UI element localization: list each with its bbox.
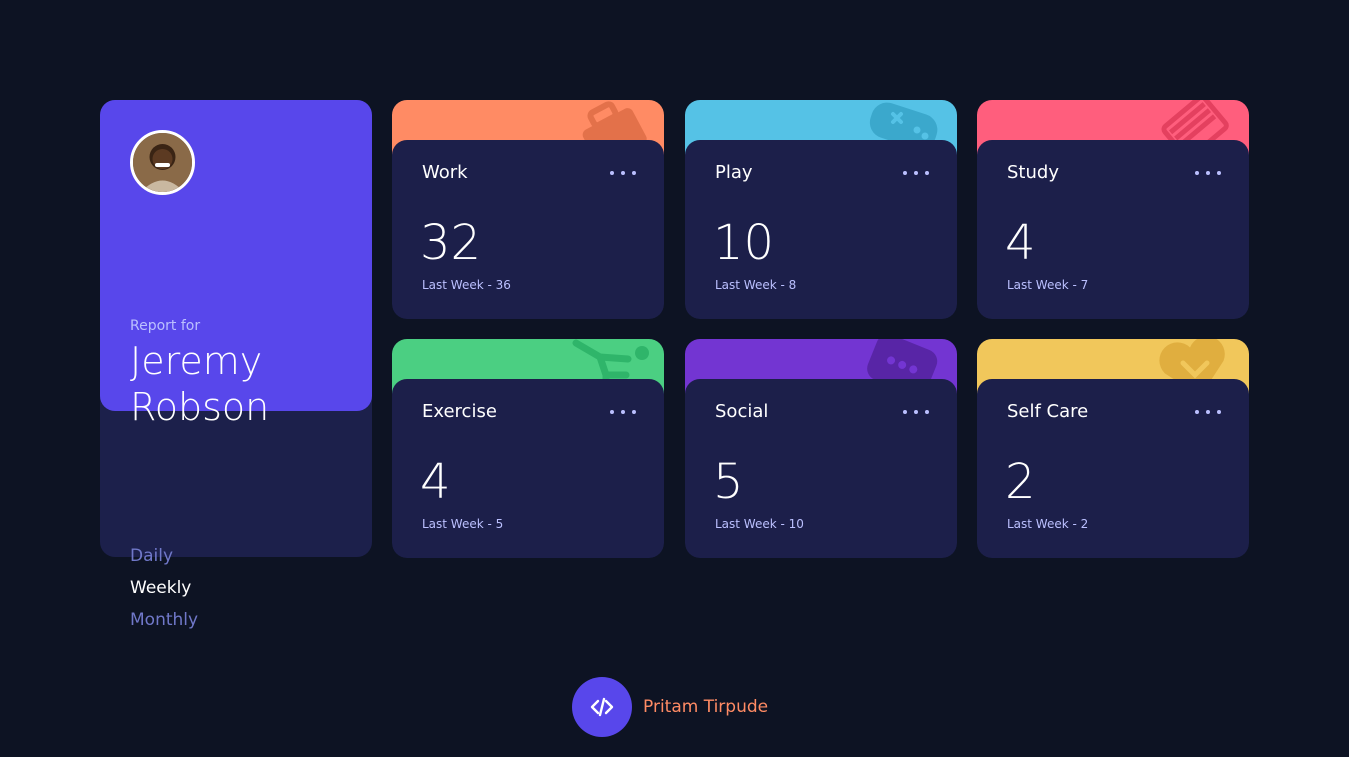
user-name: Jeremy Robson — [130, 339, 270, 429]
activity-card-play: Play 10 Last Week - 8 — [685, 100, 957, 319]
current-hours: 32 — [420, 215, 482, 271]
activity-title: Study — [1007, 162, 1059, 183]
period-selector: Daily Weekly Monthly — [130, 540, 198, 636]
current-hours: 10 — [713, 215, 775, 271]
profile-header: Report for Jeremy Robson — [100, 100, 372, 429]
current-hours: 2 — [1005, 454, 1036, 510]
activity-card-study: Study 4 Last Week - 7 — [977, 100, 1249, 319]
current-hours: 5 — [713, 454, 744, 510]
ellipsis-icon[interactable] — [610, 405, 636, 419]
previous-hours: Last Week - 10 — [715, 517, 804, 531]
activity-title: Work — [422, 162, 468, 183]
previous-hours: Last Week - 8 — [715, 278, 797, 292]
footer: Pritam Tirpude — [572, 677, 768, 737]
ellipsis-icon[interactable] — [903, 405, 929, 419]
card-panel: Social 5 Last Week - 10 — [685, 379, 957, 558]
ellipsis-icon[interactable] — [1195, 166, 1221, 180]
activity-title: Play — [715, 162, 753, 183]
ellipsis-icon[interactable] — [610, 166, 636, 180]
author-link[interactable]: Pritam Tirpude — [643, 697, 768, 717]
profile-card: Report for Jeremy Robson Daily Weekly Mo… — [100, 100, 372, 630]
previous-hours: Last Week - 2 — [1007, 517, 1089, 531]
previous-hours: Last Week - 36 — [422, 278, 511, 292]
activity-card-exercise: Exercise 4 Last Week - 5 — [392, 339, 664, 558]
dashboard: Report for Jeremy Robson Daily Weekly Mo… — [0, 0, 1349, 757]
card-panel: Self Care 2 Last Week - 2 — [977, 379, 1249, 558]
card-panel: Exercise 4 Last Week - 5 — [392, 379, 664, 558]
activity-card-work: Work 32 Last Week - 36 — [392, 100, 664, 319]
card-panel: Study 4 Last Week - 7 — [977, 140, 1249, 319]
report-for-label: Report for — [130, 318, 201, 334]
code-icon[interactable] — [572, 677, 632, 737]
ellipsis-icon[interactable] — [1195, 405, 1221, 419]
previous-hours: Last Week - 7 — [1007, 278, 1089, 292]
current-hours: 4 — [1005, 215, 1036, 271]
avatar — [130, 130, 195, 195]
card-panel: Work 32 Last Week - 36 — [392, 140, 664, 319]
activity-card-self-care: Self Care 2 Last Week - 2 — [977, 339, 1249, 558]
activity-title: Self Care — [1007, 401, 1089, 422]
ellipsis-icon[interactable] — [903, 166, 929, 180]
current-hours: 4 — [420, 454, 451, 510]
activity-title: Social — [715, 401, 769, 422]
period-monthly[interactable]: Monthly — [130, 604, 198, 636]
period-daily[interactable]: Daily — [130, 540, 198, 572]
activity-card-social: Social 5 Last Week - 10 — [685, 339, 957, 558]
previous-hours: Last Week - 5 — [422, 517, 504, 531]
period-weekly[interactable]: Weekly — [130, 572, 198, 604]
card-panel: Play 10 Last Week - 8 — [685, 140, 957, 319]
activity-title: Exercise — [422, 401, 497, 422]
